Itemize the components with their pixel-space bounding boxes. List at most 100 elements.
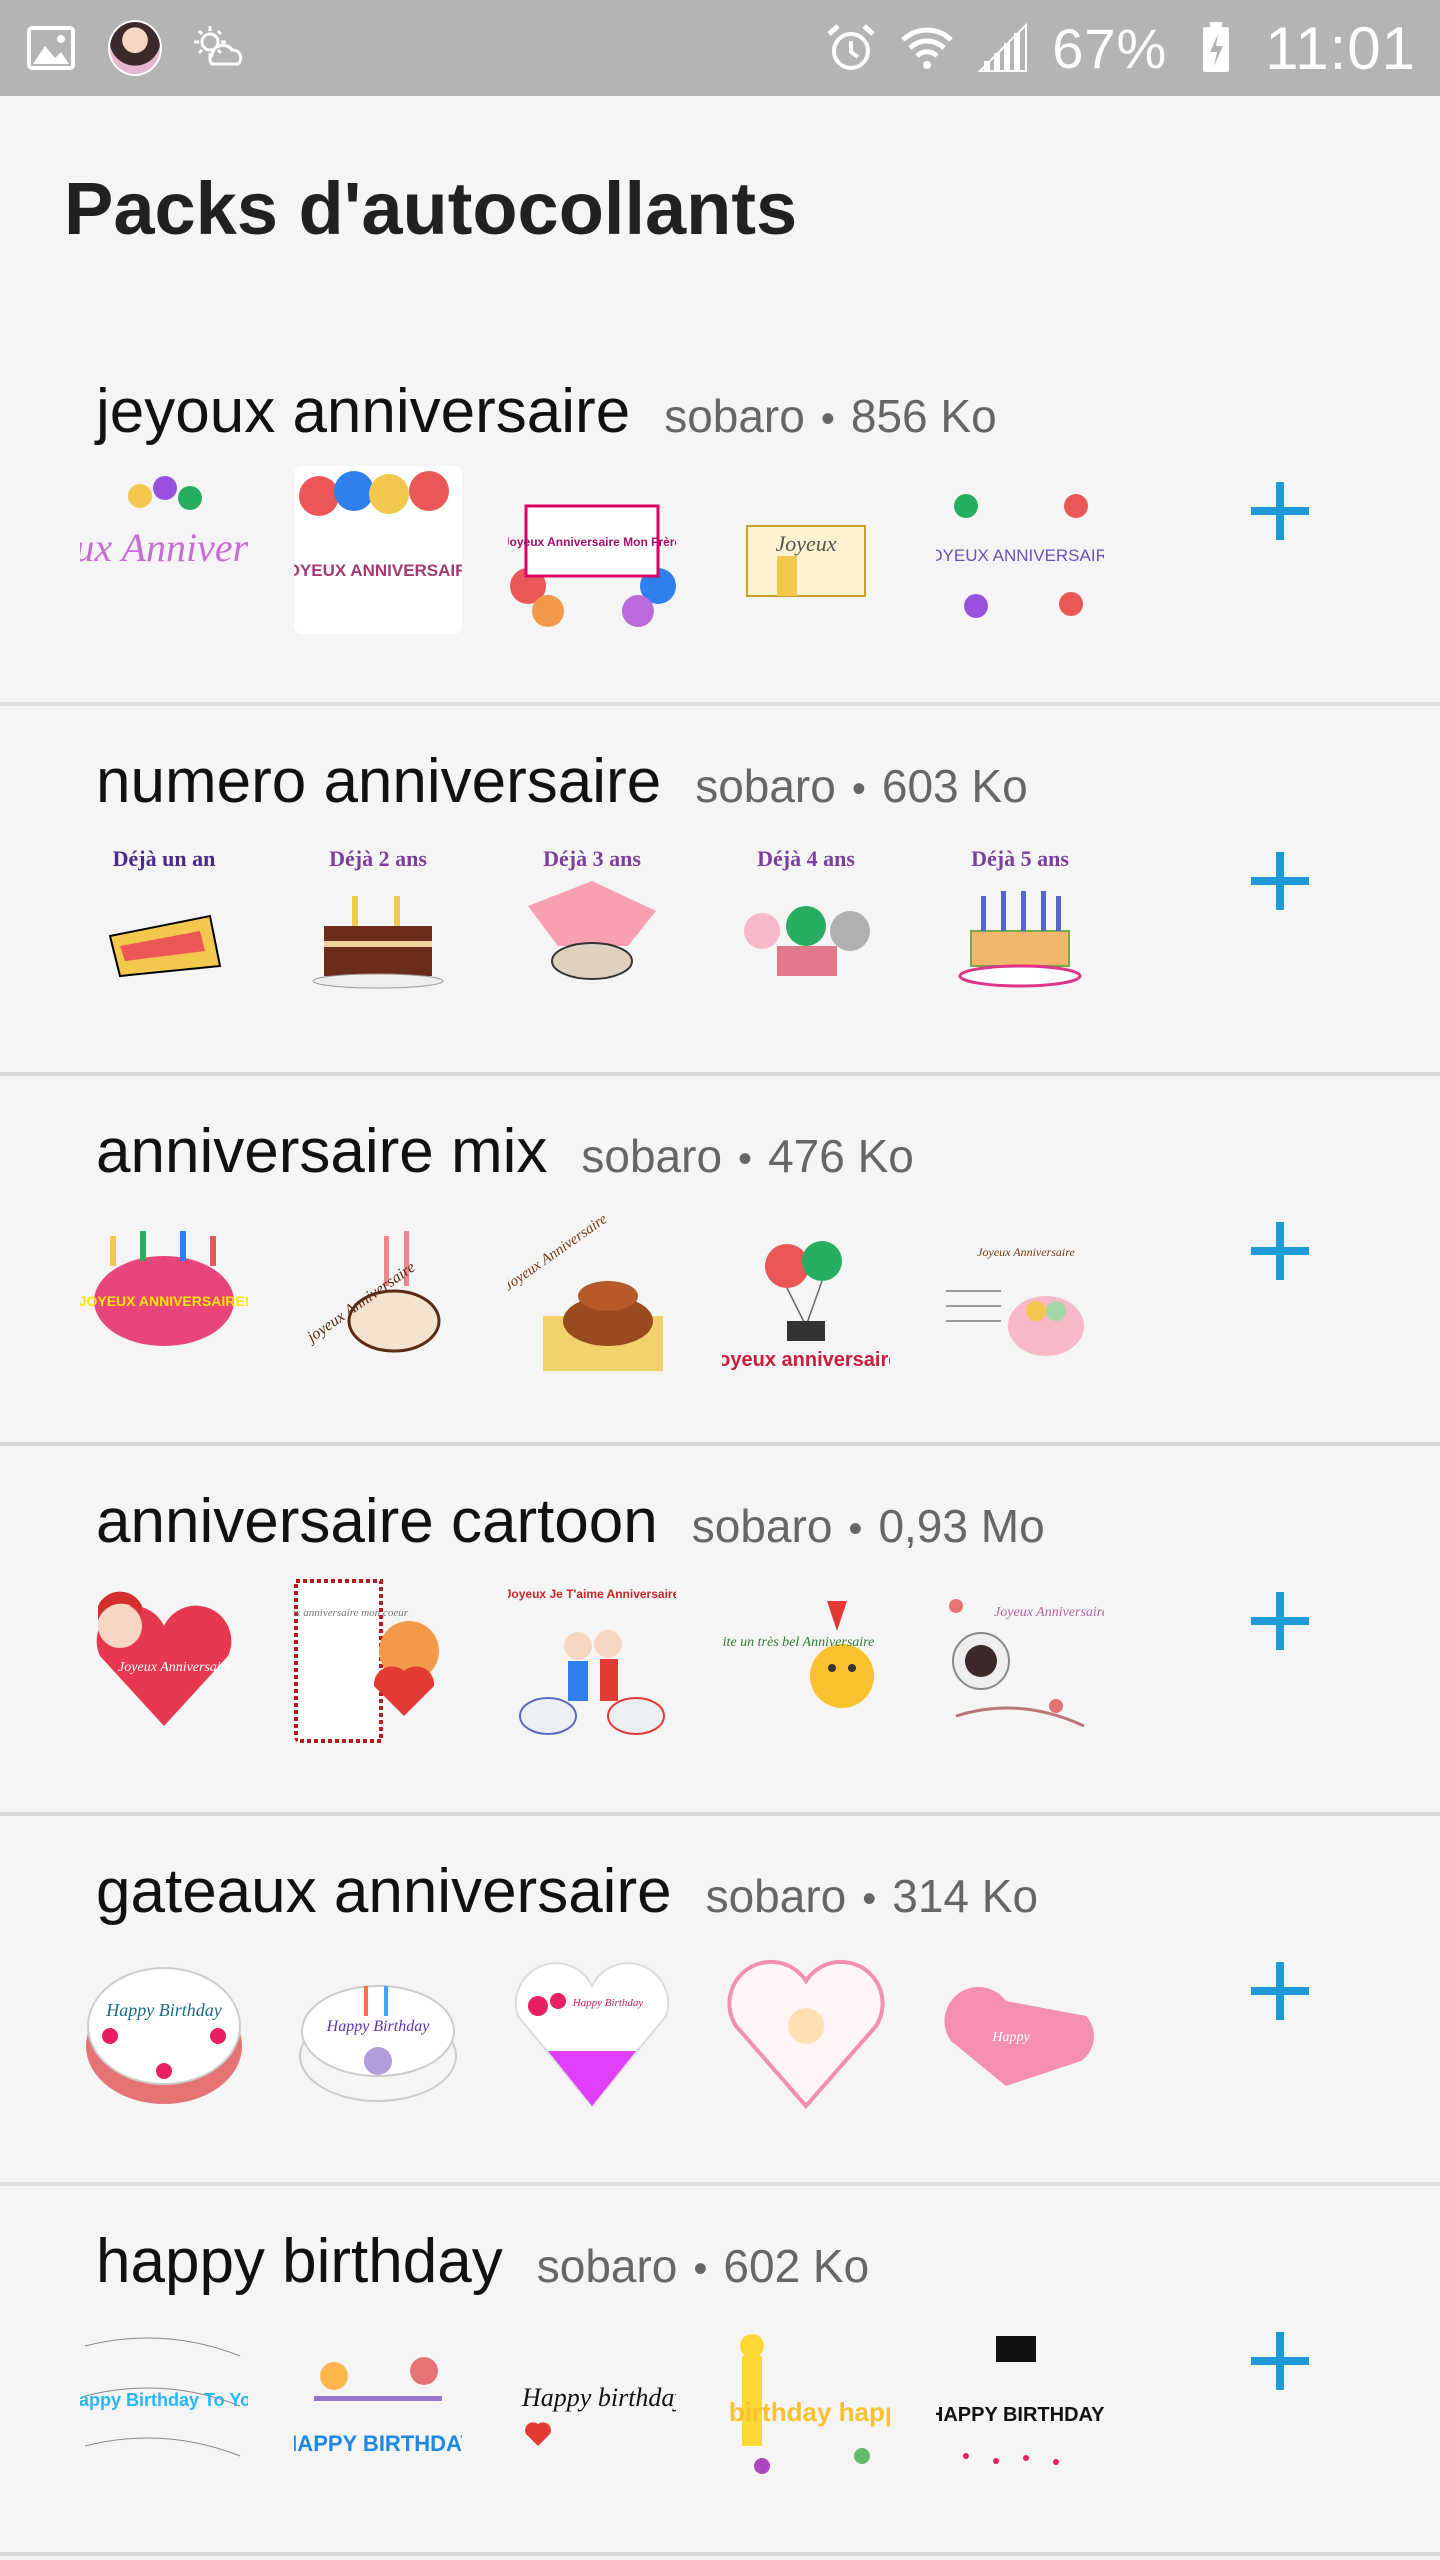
pack-name: gateaux anniversaire	[96, 1857, 672, 1926]
sticker-thumbnail: Joyeux Anniversaire	[80, 1576, 248, 1744]
add-pack-button[interactable]	[1240, 2321, 1320, 2401]
separator-dot: •	[848, 1507, 863, 1551]
add-pack-button[interactable]	[1240, 1211, 1320, 1291]
sticker-text: Happy birthday	[521, 2383, 676, 2412]
sticker-text: joyeux anniversaire	[722, 1349, 890, 1371]
pack-item[interactable]: jeyoux anniversaire sobaro • 856 Ko Joye…	[0, 336, 1440, 706]
gallery-icon	[24, 21, 78, 75]
separator-dot: •	[738, 1137, 753, 1181]
sticker-thumbnail: JOYEUX ANNIVERSAIRE	[294, 466, 462, 634]
pack-meta: sobaro • 602 Ko	[537, 2239, 869, 2293]
pack-size: 603 Ko	[881, 760, 1028, 812]
pack-name: anniversaire cartoon	[96, 1487, 658, 1556]
clock: 11:01	[1265, 14, 1416, 82]
weather-icon	[192, 21, 246, 75]
add-pack-button[interactable]	[1240, 841, 1320, 921]
pack-meta: sobaro • 476 Ko	[581, 1129, 913, 1183]
pack-meta: sobaro • 856 Ko	[664, 389, 996, 443]
separator-dot: •	[862, 1877, 877, 1921]
add-pack-button[interactable]	[1240, 1581, 1320, 1661]
pack-size: 476 Ko	[768, 1130, 914, 1182]
sticker-thumbnail: Déjà 2 ans	[294, 836, 462, 1004]
sticker-thumbnail	[722, 1946, 890, 2114]
sticker-thumbnails: Joyeux Anniversaire JOYEUX ANNIVERSAIRE …	[80, 466, 1104, 634]
sticker-thumbnail: Déjà un an	[80, 836, 248, 1004]
sticker-text: JOYEUX ANNIVERSAIRE	[294, 561, 462, 580]
sticker-thumbnail: joyeux Anniversaire	[294, 1206, 462, 1374]
battery-percentage: 67%	[1052, 16, 1168, 80]
sticker-text: HAPPY BIRTHDAY!	[936, 2404, 1104, 2426]
sticker-text: Joyeux Anniversaire	[118, 1660, 232, 1675]
sticker-thumbnail: JOYEUX ANNIVERSAIRE!	[80, 1206, 248, 1374]
sticker-thumbnail: Happy Birthday	[294, 1946, 462, 2114]
sticker-thumbnail: Joyeux	[722, 466, 890, 634]
sticker-thumbnails: JOYEUX ANNIVERSAIRE! joyeux Anniversaire…	[80, 1206, 1104, 1374]
sticker-text: Déjà 5 ans	[971, 846, 1069, 871]
pack-size: 856 Ko	[850, 390, 997, 442]
pack-list: jeyoux anniversaire sobaro • 856 Ko Joye…	[0, 336, 1440, 2556]
status-bar: 67% 11:01	[0, 0, 1440, 96]
pack-name: anniversaire mix	[96, 1117, 548, 1186]
sticker-text: Joyeux anniversaire mon coeur	[294, 1607, 409, 1619]
pack-author: sobaro	[691, 1500, 833, 1552]
sticker-thumbnails: Joyeux Anniversaire Joyeux anniversaire …	[80, 1576, 1104, 1744]
sticker-thumbnail: Joyeux Anniversaire Mon Frère	[508, 466, 676, 634]
sticker-text: Happy Birthday	[105, 2000, 221, 2020]
sticker-thumbnails: Happy Birthday To You HAPPY BIRTHDAY Hap…	[80, 2316, 1104, 2484]
pack-item[interactable]: anniversaire cartoon sobaro • 0,93 Mo Jo…	[0, 1446, 1440, 1816]
sticker-text: Déjà un an	[113, 846, 216, 871]
sticker-text: birthday happy	[729, 2397, 890, 2427]
sticker-text: JOYEUX ANNIVERSAIRE	[936, 546, 1104, 565]
battery-icon	[1189, 21, 1243, 75]
separator-dot: •	[693, 2247, 708, 2291]
sticker-thumbnail: JOYEUX ANNIVERSAIRE	[936, 466, 1104, 634]
sticker-thumbnail: Déjà 3 ans	[508, 836, 676, 1004]
sticker-text: Déjà 3 ans	[543, 846, 641, 871]
sticker-thumbnail: HAPPY BIRTHDAY	[294, 2316, 462, 2484]
pack-name: jeyoux anniversaire	[96, 377, 631, 446]
sticker-thumbnails: Déjà un an Déjà 2 ans Déjà 3 ans Déjà 4 …	[80, 836, 1104, 1004]
sticker-text: HAPPY BIRTHDAY	[294, 2431, 462, 2456]
sticker-text: Happy	[991, 2030, 1030, 2045]
pack-author: sobaro	[705, 1870, 847, 1922]
sticker-text: Joyeux	[775, 531, 836, 556]
sticker-thumbnail: HAPPY BIRTHDAY!	[936, 2316, 1104, 2484]
pack-size: 0,93 Mo	[878, 1500, 1045, 1552]
pack-item[interactable]: gateaux anniversaire sobaro • 314 Ko Hap…	[0, 1816, 1440, 2186]
signal-icon	[976, 21, 1030, 75]
avatar-icon	[108, 20, 162, 76]
sticker-text: Happy Birthday To You	[80, 2390, 248, 2410]
pack-item[interactable]: anniversaire mix sobaro • 476 Ko JOYEUX …	[0, 1076, 1440, 1446]
sticker-thumbnail: Déjà 5 ans	[936, 836, 1104, 1004]
sticker-thumbnail: Happy Birthday	[80, 1946, 248, 2114]
pack-meta: sobaro • 314 Ko	[706, 1869, 1038, 1923]
separator-dot: •	[820, 397, 835, 441]
add-pack-button[interactable]	[1240, 1951, 1320, 2031]
sticker-text: Happy Birthday	[326, 2018, 431, 2035]
sticker-text: Joyeux Anniversaire	[80, 525, 248, 570]
sticker-thumbnail: Happy Birthday To You	[80, 2316, 248, 2484]
pack-name: happy birthday	[96, 2227, 503, 2296]
add-pack-button[interactable]	[1240, 471, 1320, 551]
sticker-thumbnail: Joyeux Anniversaire	[936, 1576, 1104, 1744]
pack-author: sobaro	[536, 2240, 678, 2292]
pack-size: 314 Ko	[892, 1870, 1039, 1922]
page-title: Packs d'autocollants	[64, 167, 798, 250]
sticker-thumbnail: Joyeux Anniversaire	[508, 1206, 676, 1374]
sticker-text: Joyeux Je T'aime Anniversaire	[508, 1587, 676, 1601]
sticker-thumbnail: Joyeux Je T'aime Anniversaire	[508, 1576, 676, 1744]
pack-item[interactable]: happy birthday sobaro • 602 Ko Happy Bir…	[0, 2186, 1440, 2556]
pack-meta: sobaro • 603 Ko	[695, 759, 1027, 813]
sticker-thumbnail: birthday happy	[722, 2316, 890, 2484]
sticker-text: Joyeux Anniversaire Mon Frère	[508, 535, 676, 549]
sticker-packs-screen: Packs d'autocollants jeyoux anniversaire…	[0, 96, 1440, 2560]
sticker-text: JOYEUX ANNIVERSAIRE!	[80, 1293, 248, 1309]
sticker-thumbnail: Joyeux Anniversaire	[936, 1206, 1104, 1374]
pack-meta: sobaro • 0,93 Mo	[692, 1499, 1045, 1553]
sticker-thumbnail: Joyeux Anniversaire	[80, 466, 248, 634]
sticker-thumbnail: Happy	[936, 1946, 1104, 2114]
sticker-thumbnail: Joyeux anniversaire mon coeur	[294, 1576, 462, 1744]
pack-item[interactable]: numero anniversaire sobaro • 603 Ko Déjà…	[0, 706, 1440, 1076]
pack-size: 602 Ko	[723, 2240, 870, 2292]
alarm-icon	[824, 21, 878, 75]
